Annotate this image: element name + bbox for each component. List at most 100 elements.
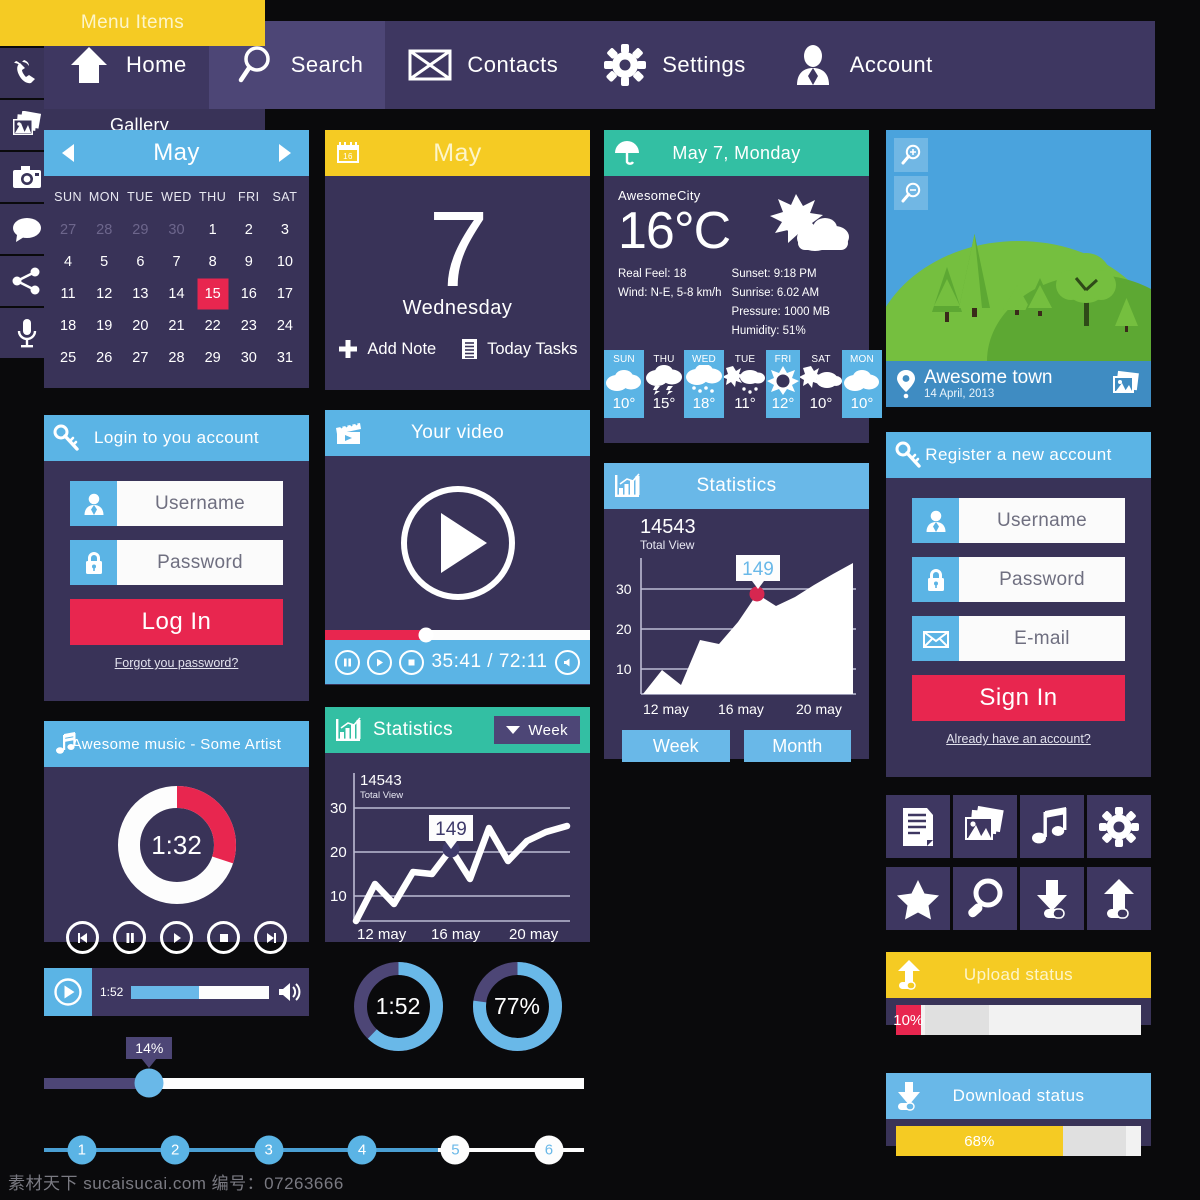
stop-icon[interactable] [207, 921, 240, 954]
calendar-day[interactable]: 12 [86, 278, 122, 310]
weather-forecast-day[interactable]: FRI 12° [766, 349, 800, 418]
forgot-password-link[interactable]: Forgot you password? [44, 656, 309, 670]
calendar-day-selected[interactable]: 15 [195, 278, 231, 310]
upload-icon[interactable] [1087, 867, 1151, 930]
range-dropdown[interactable]: Week [494, 716, 580, 744]
speaker-icon[interactable] [269, 968, 309, 1016]
magnifier-minus-icon[interactable] [894, 176, 928, 210]
calendar-day[interactable]: 20 [122, 310, 158, 342]
calendar-day[interactable]: 16 [231, 278, 267, 310]
magnifier-plus-icon[interactable] [894, 138, 928, 172]
register-password-field[interactable]: Password [912, 557, 1125, 602]
calendar-day[interactable]: 6 [122, 246, 158, 278]
slider-handle[interactable] [134, 1068, 164, 1098]
calendar-day[interactable]: 3 [267, 214, 303, 246]
download-icon[interactable] [1020, 867, 1084, 930]
step-dot-active[interactable]: 4 [347, 1135, 377, 1165]
stop-icon[interactable] [399, 649, 424, 675]
step-dot[interactable]: 6 [534, 1135, 564, 1165]
calendar-day[interactable]: 5 [86, 246, 122, 278]
today-tasks-button[interactable]: Today Tasks [461, 338, 578, 360]
sign-in-button[interactable]: Sign In [912, 675, 1125, 721]
calendar-day[interactable]: 10 [267, 246, 303, 278]
nav-item-account[interactable]: Account [768, 21, 955, 109]
log-in-button[interactable]: Log In [70, 599, 283, 645]
password-field[interactable]: Password [70, 540, 283, 585]
pause-icon[interactable] [335, 649, 360, 675]
calendar-day[interactable]: 13 [122, 278, 158, 310]
calendar-day[interactable]: 29 [195, 342, 231, 374]
video-stage[interactable] [325, 456, 590, 630]
weather-forecast-day[interactable]: WED 18° [684, 349, 724, 418]
calendar-day[interactable]: 25 [50, 342, 86, 374]
play-circle-icon[interactable] [44, 968, 92, 1016]
calendar-day[interactable]: 27 [122, 342, 158, 374]
forecast-day-label: SAT [811, 353, 831, 365]
calendar-day[interactable]: 30 [231, 342, 267, 374]
weather-forecast-day[interactable]: TUE 11° [724, 350, 766, 418]
calendar-day[interactable]: 29 [122, 214, 158, 246]
nav-item-contacts[interactable]: Contacts [385, 21, 580, 109]
weather-forecast-day[interactable]: SUN 10° [604, 349, 644, 418]
calendar-day[interactable]: 28 [158, 342, 194, 374]
nav-item-settings[interactable]: Settings [580, 21, 768, 109]
register-username-field[interactable]: Username [912, 498, 1125, 543]
calendar-day[interactable]: 14 [158, 278, 194, 310]
step-dot[interactable]: 5 [440, 1135, 470, 1165]
calendar-day[interactable]: 19 [86, 310, 122, 342]
step-dot-active[interactable]: 1 [67, 1135, 97, 1165]
statistics-header: Statistics [604, 463, 869, 509]
star-icon[interactable] [886, 867, 950, 930]
weather-header: May 7, Monday [604, 130, 869, 176]
calendar-day[interactable]: 24 [267, 310, 303, 342]
chevron-left-icon[interactable] [62, 144, 74, 162]
prev-icon[interactable] [66, 921, 99, 954]
chevron-right-icon[interactable] [279, 144, 291, 162]
calendar-day[interactable]: 17 [267, 278, 303, 310]
add-note-button[interactable]: Add Note [337, 338, 436, 360]
calendar-day[interactable]: 9 [231, 246, 267, 278]
photos-icon[interactable] [1111, 370, 1141, 398]
calendar-day[interactable]: 11 [50, 278, 86, 310]
week-button[interactable]: Week [622, 730, 730, 762]
register-email-field[interactable]: E-mail [912, 616, 1125, 661]
calendar-day[interactable]: 2 [231, 214, 267, 246]
calendar-day[interactable]: 4 [50, 246, 86, 278]
next-icon[interactable] [254, 921, 287, 954]
calendar-day[interactable]: 28 [86, 214, 122, 246]
video-seek-bar[interactable] [325, 627, 590, 643]
calendar-day[interactable]: 31 [267, 342, 303, 374]
step-dot-active[interactable]: 3 [254, 1135, 284, 1165]
pause-icon[interactable] [113, 921, 146, 954]
calendar-day[interactable]: 18 [50, 310, 86, 342]
document-icon[interactable] [886, 795, 950, 858]
calendar-day[interactable]: 8 [195, 246, 231, 278]
music-note-icon[interactable] [1020, 795, 1084, 858]
username-field[interactable]: Username [70, 481, 283, 526]
range-slider[interactable]: 14% [44, 1037, 584, 1098]
calendar-day[interactable]: 22 [195, 310, 231, 342]
weather-forecast-day[interactable]: THU 15° [644, 350, 684, 418]
magnifier-icon[interactable] [953, 867, 1017, 930]
weather-forecast-day[interactable]: SAT 10° [800, 350, 842, 418]
play-icon[interactable] [160, 921, 193, 954]
calendar-day[interactable]: 7 [158, 246, 194, 278]
calendar-day[interactable]: 21 [158, 310, 194, 342]
audio-seek-bar[interactable] [131, 985, 269, 999]
video-seek-handle[interactable] [418, 627, 434, 643]
calendar-day[interactable]: 1 [195, 214, 231, 246]
play-circle-icon[interactable] [400, 486, 515, 600]
photos-icon[interactable] [953, 795, 1017, 858]
register-title: Register a new account [925, 445, 1112, 464]
gear-icon[interactable] [1087, 795, 1151, 858]
month-button[interactable]: Month [743, 730, 851, 762]
already-have-account-link[interactable]: Already have an account? [886, 732, 1151, 746]
calendar-day[interactable]: 26 [86, 342, 122, 374]
calendar-day[interactable]: 30 [158, 214, 194, 246]
calendar-day[interactable]: 23 [231, 310, 267, 342]
play-icon[interactable] [367, 649, 392, 675]
weather-forecast-day[interactable]: MON 10° [842, 349, 882, 418]
step-dot-active[interactable]: 2 [160, 1135, 190, 1165]
speaker-icon[interactable] [555, 649, 580, 675]
calendar-day[interactable]: 27 [50, 214, 86, 246]
